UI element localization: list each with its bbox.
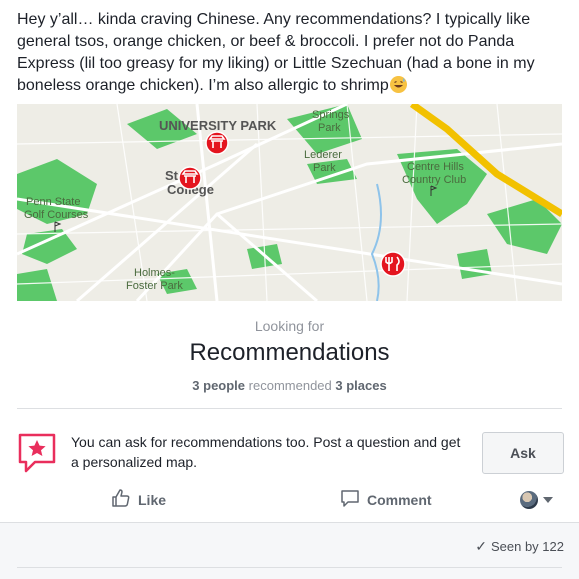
caret-down-icon [543, 497, 553, 503]
map-label-foster-park: Foster Park [126, 280, 183, 292]
thumbs-up-icon [111, 488, 131, 513]
checkmark-icon: ✓ [475, 538, 487, 554]
map-label-springs-park: Park [318, 122, 341, 134]
seen-by-label: Seen by 122 [490, 539, 564, 554]
like-button[interactable]: Like [111, 488, 166, 512]
seen-by-indicator[interactable]: ✓ Seen by 122 [475, 538, 564, 555]
divider [17, 567, 562, 568]
recommended-word: recommended [248, 378, 332, 393]
grinning-sweat-emoji-icon [389, 76, 407, 93]
recommendations-title: Recommendations [189, 339, 390, 366]
post-body: Hey y’all… kinda craving Chinese. Any re… [17, 11, 535, 94]
post-as-selector[interactable] [520, 488, 553, 512]
map-label-lederer-park: Park [313, 162, 336, 174]
recommendations-map[interactable]: UNIVERSITY PARK State College Springs Pa… [17, 104, 562, 301]
divider [17, 408, 562, 409]
map-label-lederer: Lederer [304, 149, 342, 161]
avatar [520, 491, 538, 509]
chinese-restaurant-pin-icon[interactable] [205, 131, 229, 155]
map-label-university-park: UNIVERSITY PARK [159, 118, 277, 133]
looking-for-label: Looking for [254, 318, 325, 334]
park-area [457, 249, 492, 279]
restaurant-pin-icon[interactable] [380, 251, 406, 277]
comment-label: Comment [367, 492, 432, 508]
chinese-restaurant-pin-icon[interactable] [178, 166, 202, 190]
map-label-holmes: Holmes- [134, 267, 175, 279]
ask-button[interactable]: Ask [482, 432, 564, 474]
places-count[interactable]: 3 places [335, 378, 386, 393]
ask-prompt-text: You can ask for recommendations too. Pos… [71, 434, 461, 470]
map-label-springs: Springs [312, 109, 350, 121]
like-label: Like [138, 492, 167, 508]
comment-button[interactable]: Comment [340, 488, 432, 512]
people-count[interactable]: 3 people [192, 378, 245, 393]
map-label-golf-courses: Golf Courses [24, 209, 89, 221]
comment-bubble-icon [340, 488, 360, 513]
map-label-centre-hills: Centre Hills [407, 161, 464, 173]
map-label-penn-state: Penn State [26, 196, 80, 208]
star-speech-bubble-icon [17, 432, 57, 474]
post-text: Hey y’all… kinda craving Chinese. Any re… [17, 9, 567, 97]
map-label-country-club: Country Club [402, 174, 466, 186]
recommendations-summary: 3 people recommended 3 places [0, 378, 579, 393]
